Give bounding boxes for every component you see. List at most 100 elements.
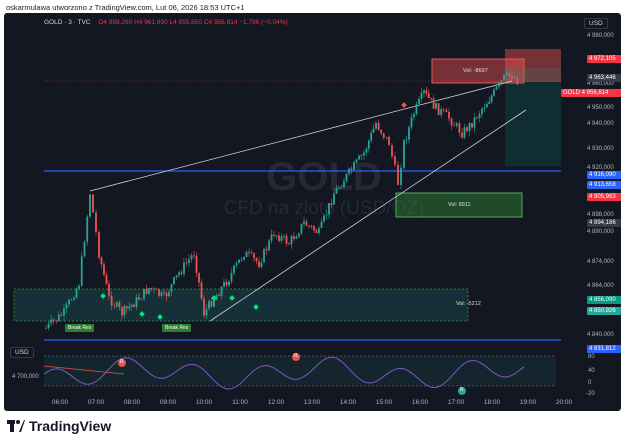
- candle-body: [305, 221, 308, 226]
- candle-body: [273, 234, 275, 236]
- candle-body: [405, 139, 408, 141]
- candle-body: [473, 117, 476, 128]
- time-tick: 11:00: [232, 399, 248, 406]
- candle-body: [80, 256, 83, 286]
- candle-body: [230, 273, 233, 282]
- time-tick: 08:00: [123, 399, 141, 406]
- candle-body: [188, 259, 190, 263]
- time-tick: 18:00: [483, 399, 501, 406]
- price-label-4856: 4 856,090: [587, 296, 621, 304]
- candle-body: [108, 284, 110, 296]
- candle-body: [380, 129, 383, 134]
- candle-body: [165, 293, 168, 297]
- candle-body: [178, 272, 180, 276]
- candle-body: [121, 307, 123, 316]
- time-tick: 06:00: [51, 399, 69, 406]
- price-label-4905: 4 905,963: [587, 193, 621, 201]
- price-tick: 4 898,000: [587, 212, 614, 218]
- candle-body: [55, 320, 58, 322]
- candle-body: [210, 301, 213, 307]
- candle-body: [315, 230, 318, 233]
- candle-body: [388, 136, 390, 146]
- candle-body: [73, 297, 75, 300]
- candle-body: [208, 301, 210, 309]
- brand-name: TradingView: [29, 418, 112, 434]
- candle-body: [335, 187, 338, 194]
- candle-body: [135, 297, 138, 307]
- candle-body: [298, 233, 300, 237]
- candle-body: [248, 251, 250, 253]
- candle-body: [423, 90, 425, 94]
- indicator-value: 4 700,000: [12, 374, 39, 380]
- candle-body: [353, 162, 355, 170]
- candle-body: [160, 292, 163, 296]
- candle-body: [238, 259, 240, 264]
- candle-body: [330, 203, 333, 205]
- price-tick: 4 940,000: [587, 121, 614, 127]
- candle-body: [57, 314, 60, 322]
- candle-body: [183, 262, 185, 274]
- candle-body: [195, 255, 198, 273]
- candle-body: [391, 145, 393, 157]
- tradingview-logo[interactable]: TradingView: [7, 418, 111, 434]
- upper-trendline: [89, 80, 513, 192]
- candle-body: [418, 98, 420, 104]
- current-price-label: GOLD 4 956,614: [561, 89, 621, 97]
- candle-body: [250, 252, 253, 254]
- candle-body: [240, 259, 243, 261]
- candle-body: [385, 136, 388, 138]
- price-chart[interactable]: [4, 13, 561, 346]
- candle-body: [430, 97, 433, 99]
- candle-body: [258, 261, 260, 267]
- price-label-4894: 4 894,186: [587, 219, 621, 227]
- candle-body: [50, 319, 53, 324]
- price-scale[interactable]: 4 980,000 4 960,000 4 950,000 4 940,000 …: [561, 25, 621, 401]
- time-tick: 19:00: [519, 399, 537, 406]
- candle-body: [225, 281, 228, 286]
- candle-body: [280, 236, 283, 241]
- candle-body: [455, 123, 458, 126]
- candle-body: [133, 304, 135, 307]
- candle-body: [485, 103, 488, 108]
- candle-body: [95, 212, 97, 233]
- candle-body: [123, 306, 126, 316]
- candle-body: [340, 187, 343, 189]
- candle-body: [278, 235, 280, 241]
- time-axis[interactable]: 06:00 07:00 08:00 09:00 10:00 11:00 12:0…: [40, 399, 572, 411]
- price-tick: 4 874,000: [587, 259, 614, 265]
- price-label-4850: 4 850,926: [587, 307, 621, 315]
- r-mark-2: R: [294, 353, 298, 359]
- candle-body: [198, 272, 200, 283]
- candle-body: [503, 74, 505, 81]
- oscillator-pane[interactable]: R R R 4 700,000 80 40 0 -20: [4, 346, 595, 401]
- candle-body: [288, 243, 290, 245]
- candle-body: [450, 118, 453, 126]
- candle-body: [481, 108, 483, 114]
- candle-body: [328, 203, 330, 215]
- price-label-4972: 4 972,105: [587, 55, 621, 63]
- candle-body: [115, 302, 118, 307]
- candle-body: [243, 257, 245, 260]
- candle-body: [203, 298, 205, 316]
- candle-body: [445, 110, 448, 112]
- time-tick: 10:00: [195, 399, 213, 406]
- candle-body: [508, 72, 511, 77]
- candle-body: [233, 265, 235, 274]
- candle-body: [453, 125, 456, 127]
- candle-body: [180, 272, 183, 274]
- candle-body: [394, 156, 396, 165]
- candle-body: [377, 122, 380, 130]
- candle-body: [168, 291, 170, 297]
- candle-body: [440, 109, 443, 115]
- candle-body: [65, 304, 68, 309]
- candle-body: [263, 248, 265, 263]
- candle-body: [130, 304, 133, 307]
- candle-body: [403, 140, 405, 168]
- time-tick: 17:00: [447, 399, 465, 406]
- candle-body: [140, 298, 143, 300]
- candle-body: [138, 297, 140, 300]
- candle-body: [118, 302, 121, 308]
- candle-body: [128, 306, 131, 309]
- chart-panel[interactable]: GOLD · 3 · TVC O4 958,260 H4 961,650 L4 …: [4, 13, 621, 411]
- candle-body: [410, 117, 413, 128]
